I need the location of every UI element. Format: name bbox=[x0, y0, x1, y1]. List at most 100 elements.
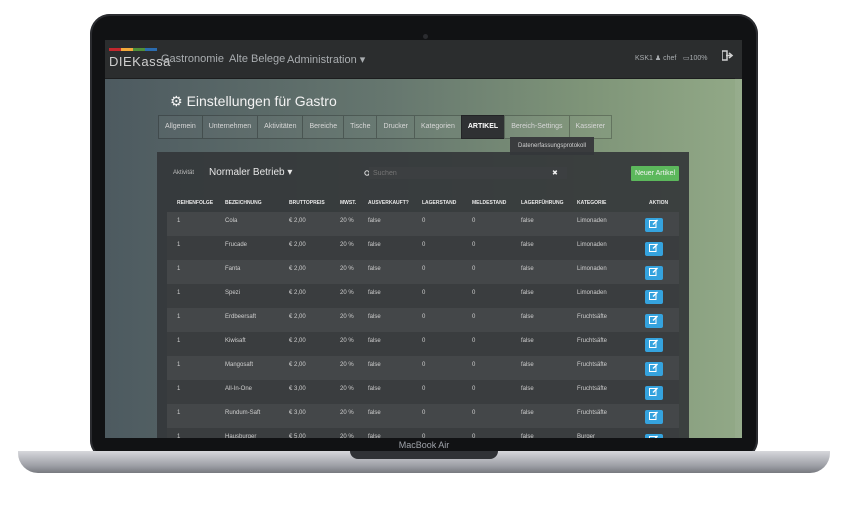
row-meldestand: 0 bbox=[472, 218, 476, 224]
tab-allgemein[interactable]: Allgemein bbox=[158, 115, 202, 139]
search-input[interactable] bbox=[369, 167, 567, 179]
row-lagerstand: 0 bbox=[422, 386, 426, 392]
table-body: 1 Cola € 2,00 20 % false 0 0 false Limonaden 1 Fru… bbox=[167, 212, 679, 438]
page-scrollbar[interactable] bbox=[735, 78, 742, 438]
header-mwst[interactable]: MWST. bbox=[340, 200, 356, 206]
row-kategorie: Fruchtsäfte bbox=[577, 338, 608, 344]
header-reihenfolge[interactable]: REIHENFOLGE bbox=[177, 200, 213, 206]
device-label: MacBook Air bbox=[398, 440, 450, 450]
row-ausverkauft: false bbox=[368, 410, 381, 416]
edit-icon[interactable] bbox=[645, 218, 663, 232]
row-mwst: 20 % bbox=[340, 362, 354, 368]
tab-bereiche[interactable]: Bereiche bbox=[302, 115, 344, 139]
row-lagerstand: 0 bbox=[422, 314, 426, 320]
row-bruttopreis: € 2,00 bbox=[289, 314, 306, 320]
artikel-panel: Aktivität Normaler Betrieb ▾ ✖ Neuer Art… bbox=[157, 152, 689, 438]
row-bezeichnung: All-In-One bbox=[225, 386, 253, 392]
edit-icon[interactable] bbox=[645, 266, 663, 280]
row-lagerfuehrung: false bbox=[521, 314, 534, 320]
row-reihenfolge: 1 bbox=[177, 338, 181, 344]
row-lagerstand: 0 bbox=[422, 290, 426, 296]
header-kategorie[interactable]: KATEGORIE bbox=[577, 200, 606, 206]
page-title: ⚙ Einstellungen für Gastro bbox=[170, 93, 337, 110]
nav-item-gastronomie[interactable]: Gastronomie bbox=[161, 53, 224, 65]
edit-icon[interactable] bbox=[645, 290, 663, 304]
edit-icon[interactable] bbox=[645, 242, 663, 256]
header-aktion: AKTION bbox=[649, 200, 669, 206]
row-kategorie: Fruchtsäfte bbox=[577, 410, 608, 416]
row-kategorie: Burger bbox=[577, 434, 596, 438]
row-meldestand: 0 bbox=[472, 362, 476, 368]
row-kategorie: Limonaden bbox=[577, 218, 607, 224]
edit-icon[interactable] bbox=[645, 410, 663, 424]
row-lagerstand: 0 bbox=[422, 218, 426, 224]
row-kategorie: Fruchtsäfte bbox=[577, 362, 608, 368]
user-menu[interactable]: KSK1 ♟ chef bbox=[635, 54, 676, 62]
table-row: 1 Fanta € 2,00 20 % false 0 0 false Limonaden bbox=[167, 260, 679, 284]
row-meldestand: 0 bbox=[472, 410, 476, 416]
table-header: REIHENFOLGE BEZEICHNUNG BRUTTOPREIS MWST… bbox=[167, 196, 679, 212]
row-ausverkauft: false bbox=[368, 338, 381, 344]
row-bezeichnung: Rundum-Saft bbox=[225, 410, 261, 416]
header-lagerstand[interactable]: LAGERSTAND bbox=[422, 200, 456, 206]
battery-indicator: ▭100% bbox=[683, 55, 708, 62]
row-kategorie: Limonaden bbox=[577, 242, 607, 248]
row-ausverkauft: false bbox=[368, 266, 381, 272]
row-reihenfolge: 1 bbox=[177, 242, 181, 248]
new-article-button[interactable]: Neuer Artikel bbox=[631, 166, 679, 181]
row-reihenfolge: 1 bbox=[177, 290, 181, 296]
header-lagerfuehrung[interactable]: LAGERFÜHRUNG bbox=[521, 200, 564, 206]
row-ausverkauft: false bbox=[368, 362, 381, 368]
gear-icon: ⚙ bbox=[170, 93, 183, 109]
row-kategorie: Limonaden bbox=[577, 266, 607, 272]
app-screen: DIEKassa Gastronomie Alte Belege Adminis… bbox=[105, 40, 742, 438]
row-mwst: 20 % bbox=[340, 386, 354, 392]
row-meldestand: 0 bbox=[472, 434, 476, 438]
settings-tabs: Allgemein Unternehmen Aktivitäten Bereic… bbox=[158, 115, 613, 139]
row-mwst: 20 % bbox=[340, 434, 354, 438]
row-mwst: 20 % bbox=[340, 338, 354, 344]
row-reihenfolge: 1 bbox=[177, 314, 181, 320]
row-lagerfuehrung: false bbox=[521, 266, 534, 272]
row-ausverkauft: false bbox=[368, 242, 381, 248]
edit-icon[interactable] bbox=[645, 338, 663, 352]
nav-item-administration[interactable]: Administration ▾ bbox=[287, 53, 365, 66]
edit-icon[interactable] bbox=[645, 386, 663, 400]
row-meldestand: 0 bbox=[472, 314, 476, 320]
app-logo[interactable]: DIEKassa bbox=[109, 48, 170, 72]
header-bezeichnung[interactable]: BEZEICHNUNG bbox=[225, 200, 262, 206]
tab-kategorien[interactable]: Kategorien bbox=[413, 115, 461, 139]
clear-search-icon[interactable]: ✖ bbox=[552, 169, 558, 177]
row-reihenfolge: 1 bbox=[177, 218, 181, 224]
edit-icon[interactable] bbox=[645, 362, 663, 376]
edit-icon[interactable] bbox=[645, 434, 663, 438]
tab-artikel[interactable]: ARTIKEL bbox=[460, 115, 505, 139]
tab-drucker[interactable]: Drucker bbox=[376, 115, 414, 139]
edit-icon[interactable] bbox=[645, 314, 663, 328]
row-bezeichnung: Erdbeersaft bbox=[225, 314, 257, 320]
tab-unternehmen[interactable]: Unternehmen bbox=[201, 115, 258, 139]
header-meldestand[interactable]: MELDESTAND bbox=[472, 200, 506, 206]
row-ausverkauft: false bbox=[368, 218, 381, 224]
header-bruttopreis[interactable]: BRUTTOPREIS bbox=[289, 200, 325, 206]
logout-icon[interactable] bbox=[721, 50, 734, 64]
row-reihenfolge: 1 bbox=[177, 362, 181, 368]
nav-item-alte-belege[interactable]: Alte Belege bbox=[229, 53, 285, 65]
table-row: 1 Spezi € 2,00 20 % false 0 0 false Limonaden bbox=[167, 284, 679, 308]
tab-bereich-settings[interactable]: Bereich-Settings bbox=[504, 115, 569, 139]
camera-icon bbox=[423, 34, 428, 39]
row-meldestand: 0 bbox=[472, 242, 476, 248]
row-bruttopreis: € 3,00 bbox=[289, 410, 306, 416]
laptop-notch bbox=[350, 451, 498, 459]
tab-kassierer[interactable]: Kassierer bbox=[568, 115, 613, 139]
table-row: 1 Frucade € 2,00 20 % false 0 0 false Limonaden bbox=[167, 236, 679, 260]
row-mwst: 20 % bbox=[340, 314, 354, 320]
activity-dropdown[interactable]: Normaler Betrieb ▾ bbox=[209, 167, 292, 178]
row-mwst: 20 % bbox=[340, 266, 354, 272]
header-ausverkauft[interactable]: AUSVERKAUFT? bbox=[368, 200, 409, 206]
tab-aktivitaeten[interactable]: Aktivitäten bbox=[257, 115, 303, 139]
row-ausverkauft: false bbox=[368, 314, 381, 320]
tab-tische[interactable]: Tische bbox=[343, 115, 377, 139]
row-bezeichnung: Kiwisaft bbox=[225, 338, 246, 344]
row-bezeichnung: Spezi bbox=[225, 290, 241, 296]
